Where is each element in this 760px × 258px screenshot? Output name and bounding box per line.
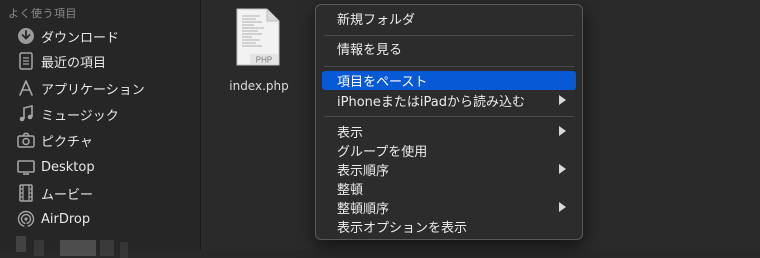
menu-separator — [324, 116, 574, 117]
sidebar-item-music[interactable]: ミュージック — [16, 102, 196, 126]
sidebar-item-label: ムービー — [41, 187, 94, 203]
sidebar-item-label: AirDrop — [41, 211, 91, 227]
sidebar-item-label: アプリケーション — [41, 82, 145, 98]
menu-item-label: 整頓順序 — [337, 202, 390, 217]
menu-separator — [324, 35, 574, 36]
menu-item-label: 表示オプションを表示 — [337, 221, 468, 236]
submenu-arrow-icon — [559, 95, 566, 105]
menu-item-label: iPhoneまたはiPadから読み込む — [337, 95, 525, 110]
desktop-icon — [16, 157, 36, 177]
sidebar-item-label: Desktop — [41, 159, 95, 175]
sidebar-item-label: 最近の項目 — [41, 55, 107, 71]
sidebar-item-downloads[interactable]: ダウンロード — [16, 24, 196, 48]
submenu-arrow-icon — [559, 202, 566, 212]
menu-item-clean-up-by[interactable]: 整頓順序 — [322, 198, 576, 217]
download-icon — [16, 26, 36, 46]
menu-item-label: 表示 — [337, 126, 364, 141]
submenu-arrow-icon — [559, 126, 566, 136]
menu-item-use-groups[interactable]: グループを使用 — [322, 141, 576, 160]
menu-item-label: 項目をペースト — [337, 75, 428, 90]
sidebar-item-recents[interactable]: 最近の項目 — [16, 49, 196, 73]
menu-item-label: 新規フォルダ — [337, 13, 416, 28]
applications-icon — [16, 78, 36, 98]
menu-item-get-info[interactable]: 情報を見る — [322, 39, 576, 58]
menu-item-label: 情報を見る — [337, 43, 403, 58]
sidebar-item-label: ダウンロード — [41, 30, 120, 46]
menu-item-view[interactable]: 表示 — [322, 122, 576, 141]
context-menu: 新規フォルダ 情報を見る 項目をペースト iPhoneまたはiPadから読み込む… — [315, 4, 583, 240]
sidebar-item-movies[interactable]: ムービー — [16, 181, 196, 205]
sidebar-item-label: ミュージック — [41, 108, 119, 124]
sidebar-item-desktop[interactable]: Desktop — [16, 155, 196, 179]
menu-item-label: グループを使用 — [337, 145, 428, 160]
file-item[interactable]: PHP index.php — [226, 8, 292, 98]
menu-item-sort-by[interactable]: 表示順序 — [322, 160, 576, 179]
menu-item-import-from-iphone[interactable]: iPhoneまたはiPadから読み込む — [322, 91, 576, 110]
film-icon — [16, 183, 36, 203]
sidebar-obscured-items — [0, 234, 200, 258]
recents-icon — [16, 51, 36, 71]
file-type-badge: PHP — [256, 56, 272, 65]
airdrop-icon — [16, 209, 36, 229]
camera-icon — [16, 130, 36, 150]
file-name: index.php — [229, 79, 289, 93]
sidebar-item-pictures[interactable]: ピクチャ — [16, 128, 196, 152]
menu-separator — [324, 66, 574, 67]
sidebar: よく使う項目 ダウンロード 最近の項目 アプリケーション ミュージック ピクチャ — [0, 0, 201, 258]
sidebar-section-header: よく使う項目 — [8, 7, 77, 20]
php-file-icon: PHP — [236, 8, 280, 66]
menu-item-new-folder[interactable]: 新規フォルダ — [322, 9, 576, 28]
sidebar-item-label: ピクチャ — [41, 134, 93, 150]
submenu-arrow-icon — [559, 164, 566, 174]
menu-item-paste[interactable]: 項目をペースト — [322, 71, 576, 90]
sidebar-item-airdrop[interactable]: AirDrop — [16, 207, 196, 231]
menu-item-label: 整頓 — [337, 183, 364, 198]
sidebar-item-applications[interactable]: アプリケーション — [16, 76, 196, 100]
menu-item-show-view-options[interactable]: 表示オプションを表示 — [322, 217, 576, 236]
music-note-icon — [16, 104, 36, 124]
menu-item-label: 表示順序 — [337, 164, 390, 179]
menu-item-clean-up[interactable]: 整頓 — [322, 179, 576, 198]
